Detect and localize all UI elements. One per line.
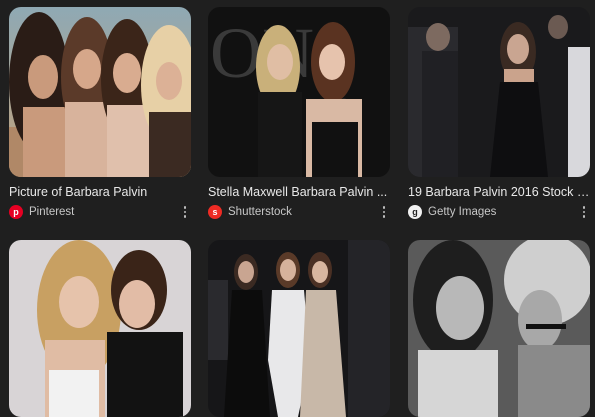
image-results-grid: Picture of Barbara Palvin p Pinterest ON… — [0, 0, 595, 417]
more-options-icon[interactable] — [378, 204, 390, 220]
result-thumbnail[interactable] — [408, 240, 590, 417]
result-thumbnail[interactable]: ON CL Ca — [208, 7, 390, 177]
photo-group-of-four-women — [9, 7, 191, 177]
photo-three-women-gowns — [208, 240, 390, 417]
photo-black-and-white-portrait — [408, 240, 590, 417]
pinterest-icon: p — [9, 205, 23, 219]
result-title[interactable]: Picture of Barbara Palvin — [9, 185, 191, 199]
source-name: Shutterstock — [228, 206, 292, 218]
result-source[interactable]: g Getty Images — [408, 204, 590, 220]
photo-two-women-red-carpet: ON CL Ca — [208, 7, 390, 177]
result-title[interactable]: Stella Maxwell Barbara Palvin ... — [208, 185, 390, 199]
result-thumbnail[interactable] — [9, 7, 191, 177]
result-title[interactable]: 19 Barbara Palvin 2016 Stock V... — [408, 185, 590, 199]
more-options-icon[interactable] — [179, 204, 191, 220]
result-thumbnail[interactable] — [408, 7, 590, 177]
getty-images-icon: g — [408, 205, 422, 219]
source-name: Getty Images — [428, 206, 497, 218]
photo-woman-black-dress-event — [408, 7, 590, 177]
result-thumbnail[interactable] — [208, 240, 390, 417]
result-source[interactable]: s Shutterstock — [208, 204, 390, 220]
photo-two-women-portrait — [9, 240, 191, 417]
more-options-icon[interactable] — [578, 204, 590, 220]
result-source[interactable]: p Pinterest — [9, 204, 191, 220]
result-thumbnail[interactable] — [9, 240, 191, 417]
shutterstock-icon: s — [208, 205, 222, 219]
source-name: Pinterest — [29, 206, 75, 218]
